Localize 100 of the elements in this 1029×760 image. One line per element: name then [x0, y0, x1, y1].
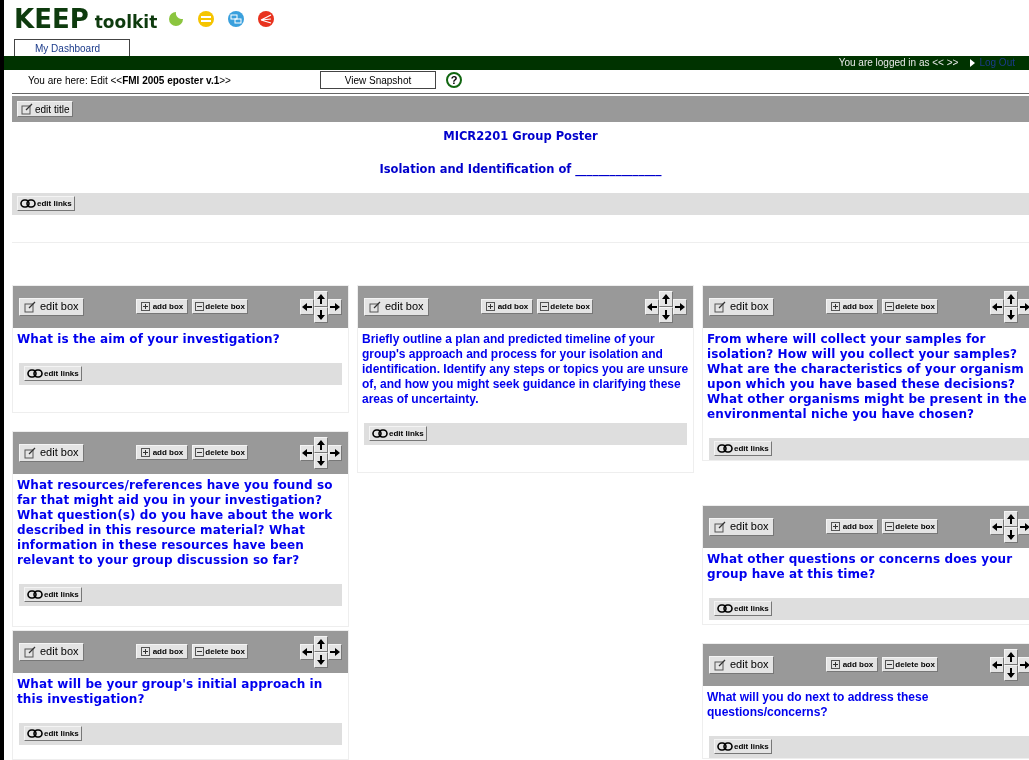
view-snapshot-button[interactable]: View Snapshot — [320, 71, 436, 89]
edit-box-button[interactable]: edit box — [364, 297, 429, 316]
arrow-left-icon — [992, 659, 1002, 670]
plus-icon — [830, 660, 840, 669]
minus-icon — [885, 660, 895, 669]
edit-box-button[interactable]: edit box — [19, 443, 84, 462]
arrow-left-button[interactable] — [300, 643, 314, 660]
delete-box-button[interactable]: delete box — [537, 299, 593, 314]
edit-links-button[interactable]: edit links — [714, 739, 772, 754]
arrow-left-button[interactable] — [300, 444, 314, 461]
arrow-up-button[interactable] — [1004, 648, 1018, 665]
edit-links-button[interactable]: edit links — [369, 426, 427, 441]
poster-subtitle: Isolation and Identification of _______________ — [379, 161, 662, 179]
arrow-up-button[interactable] — [314, 436, 328, 453]
question-text: What will be your group's initial approach in this investigation? — [16, 675, 324, 708]
edit-box-button[interactable]: edit box — [709, 297, 774, 316]
arrow-down-icon — [1006, 667, 1016, 678]
arrow-left-icon — [302, 301, 312, 312]
arrow-right-icon — [330, 447, 340, 458]
edit-box-button[interactable]: edit box — [709, 655, 774, 674]
edit-icon — [369, 300, 381, 313]
arrow-up-button[interactable] — [659, 290, 673, 307]
breadcrumb-text: You are here: Edit <<FMI 2005 eposter v.1>> — [28, 73, 232, 88]
arrow-up-icon — [316, 638, 326, 649]
question-text: What other questions or concerns does your group have at this time? — [706, 550, 1014, 583]
delete-box-button[interactable]: delete box — [882, 299, 938, 314]
question-text: Briefly outline a plan and predicted timeline of your group's approach and process for your isolation and identification. Identify any steps or topics you are unsure of, and how you might seek guidance in clarifying these areas of uncertainty. — [361, 330, 690, 408]
arrow-up-button[interactable] — [314, 290, 328, 307]
edit-icon — [24, 645, 36, 658]
add-box-button[interactable]: add box — [135, 299, 189, 314]
arrow-left-icon — [992, 301, 1002, 312]
arrow-right-button[interactable] — [1018, 518, 1029, 535]
edit-icon — [714, 520, 726, 533]
delete-box-button[interactable]: delete box — [882, 657, 938, 672]
minus-icon — [195, 647, 205, 656]
arrow-right-button[interactable] — [1018, 656, 1029, 673]
arrow-left-button[interactable] — [990, 298, 1004, 315]
arrow-left-button[interactable] — [300, 298, 314, 315]
help-icon[interactable]: ? — [446, 72, 462, 88]
add-box-button[interactable]: add box — [825, 299, 879, 314]
arrow-down-icon — [1006, 529, 1016, 540]
edit-links-button[interactable]: edit links — [24, 726, 82, 741]
add-box-button[interactable]: add box — [135, 445, 189, 460]
arrow-down-icon — [1006, 309, 1016, 320]
arrow-up-button[interactable] — [314, 635, 328, 652]
delete-box-button[interactable]: delete box — [192, 299, 248, 314]
arrow-right-button[interactable] — [328, 643, 342, 660]
delete-box-button[interactable]: delete box — [192, 644, 248, 659]
arrow-left-icon — [992, 521, 1002, 532]
arrow-left-button[interactable] — [990, 656, 1004, 673]
plus-icon — [485, 302, 495, 311]
add-box-button[interactable]: add box — [825, 519, 879, 534]
logo-subtext: toolkit — [94, 14, 158, 31]
add-box-button[interactable]: add box — [480, 299, 534, 314]
plus-icon — [140, 302, 150, 311]
minus-icon — [885, 302, 895, 311]
login-status: You are logged in as << >> — [838, 58, 959, 68]
delete-box-button[interactable]: delete box — [192, 445, 248, 460]
add-box-button[interactable]: add box — [135, 644, 189, 659]
arrow-right-button[interactable] — [328, 444, 342, 461]
arrow-right-button[interactable] — [328, 298, 342, 315]
arrow-down-icon — [316, 455, 326, 466]
question-text: What will you do next to address these questions/concerns? — [706, 688, 930, 721]
edit-links-button[interactable]: edit links — [714, 601, 772, 616]
chain-link-icon — [717, 444, 733, 453]
logo-text: KEEP — [14, 6, 89, 32]
delete-box-button[interactable]: delete box — [882, 519, 938, 534]
arrow-left-button[interactable] — [645, 298, 659, 315]
arrow-left-icon — [302, 447, 312, 458]
arrow-up-icon — [316, 439, 326, 450]
question-text: From where will collect your samples for isolation? How will you collect your samples? What are the characteristics of your organism upon which you have based these decisions? What other organisms might be present in the environmental niche you have chosen? — [706, 330, 1028, 423]
arrow-right-icon — [330, 646, 340, 657]
chain-link-icon — [27, 590, 43, 599]
edit-links-button[interactable]: edit links — [714, 441, 772, 456]
plus-icon — [830, 522, 840, 531]
arrow-left-button[interactable] — [990, 518, 1004, 535]
edit-links-button[interactable]: edit links — [24, 366, 82, 381]
arrow-up-icon — [1006, 513, 1016, 524]
edit-icon — [24, 446, 36, 459]
edit-box-button[interactable]: edit box — [19, 297, 84, 316]
tab[interactable]: My Dashboard — [14, 39, 130, 56]
arrow-up-button[interactable] — [1004, 290, 1018, 307]
arrow-up-button[interactable] — [1004, 510, 1018, 527]
chain-link-icon — [27, 369, 43, 378]
question-text: What resources/references have you found so far that might aid you in your investigation? What question(s) do you have about the work described in this resource material? What information in these resources have been relevant to your group discussion so far? — [16, 476, 334, 569]
arrow-right-button[interactable] — [673, 298, 687, 315]
edit-title-button[interactable]: edit title — [17, 101, 74, 117]
minus-icon — [540, 302, 550, 311]
edit-links-button[interactable]: edit links — [24, 587, 82, 602]
edit-box-button[interactable]: edit box — [709, 517, 774, 536]
arrow-down-icon — [316, 309, 326, 320]
edit-box-button[interactable]: edit box — [19, 642, 84, 661]
arrow-right-icon — [330, 301, 340, 312]
arrow-right-button[interactable] — [1018, 298, 1029, 315]
edit-links-button[interactable]: edit links — [17, 196, 75, 211]
add-box-button[interactable]: add box — [825, 657, 879, 672]
chain-link-icon — [27, 729, 43, 738]
plus-icon — [140, 448, 150, 457]
arrow-left-icon — [302, 646, 312, 657]
arrow-up-icon — [316, 293, 326, 304]
